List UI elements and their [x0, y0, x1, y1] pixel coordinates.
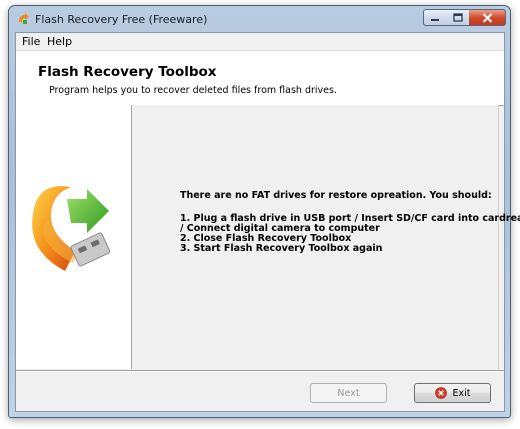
client-area: File Help Flash Recovery Toolbox Program…: [15, 32, 520, 412]
maximize-icon: [452, 13, 463, 22]
menu-file[interactable]: File: [22, 35, 40, 48]
minimize-button[interactable]: [423, 9, 447, 26]
app-window: Flash Recovery Free (Freeware) File Help…: [8, 5, 520, 418]
exit-button[interactable]: Exit: [414, 383, 491, 403]
message-intro: There are no FAT drives for restore opre…: [180, 190, 492, 201]
exit-button-label: Exit: [452, 387, 471, 399]
logo-panel: [16, 105, 132, 369]
message-panel: There are no FAT drives for restore opre…: [132, 105, 520, 369]
app-icon: [19, 13, 29, 24]
menu-bar: File Help: [16, 33, 504, 50]
minimize-icon: [431, 18, 439, 21]
close-button[interactable]: [469, 9, 506, 26]
maximize-button[interactable]: [446, 9, 470, 26]
header-panel: Flash Recovery Toolbox Program helps you…: [16, 50, 504, 106]
exit-icon: [434, 387, 447, 399]
usb-drive-logo-icon: [32, 186, 111, 271]
close-icon: [482, 12, 492, 23]
window-title: Flash Recovery Free (Freeware): [35, 13, 208, 26]
next-button-label: Next: [337, 387, 360, 399]
page-title: Flash Recovery Toolbox: [38, 64, 217, 80]
menu-help[interactable]: Help: [47, 35, 72, 48]
message-step-3: 3. Start Flash Recovery Toolbox again: [180, 243, 383, 254]
next-button[interactable]: Next: [310, 383, 387, 403]
footer-divider-highlight: [16, 371, 504, 372]
title-bar[interactable]: Flash Recovery Free (Freeware): [9, 6, 510, 32]
page-subtitle: Program helps you to recover deleted fil…: [49, 85, 337, 96]
